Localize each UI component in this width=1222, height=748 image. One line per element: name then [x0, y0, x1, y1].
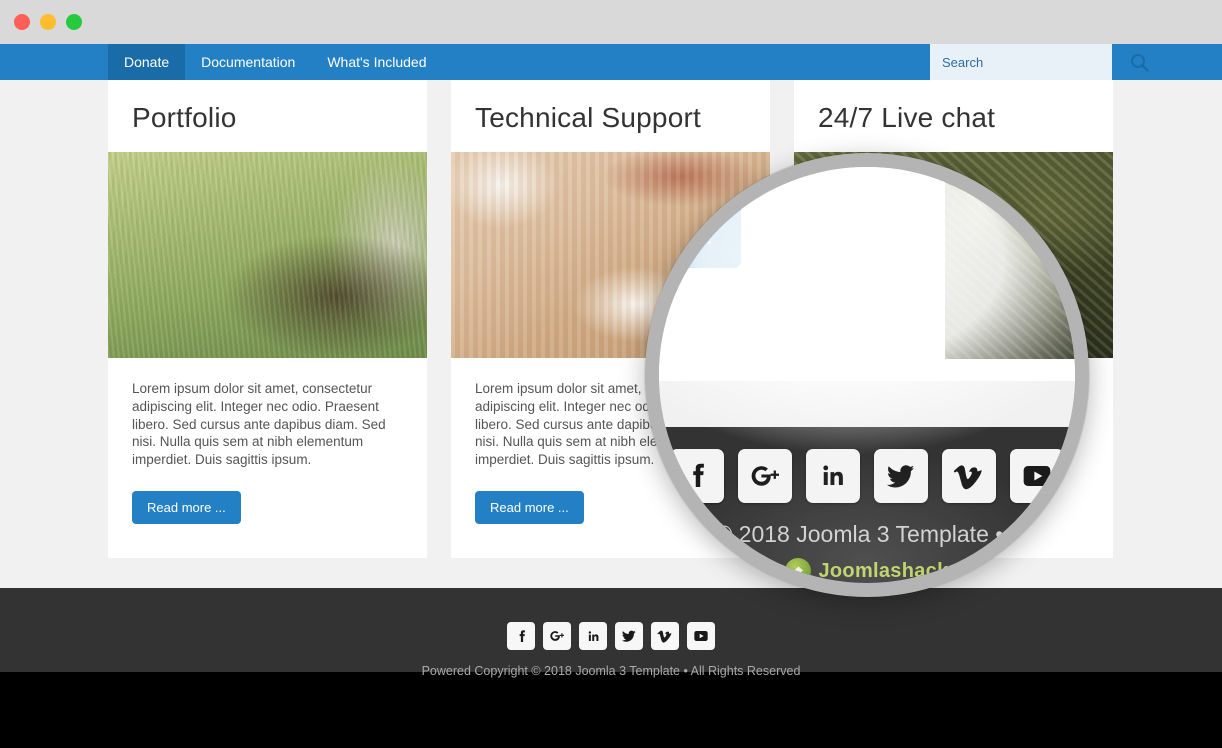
- magnified-social-row: [659, 427, 1075, 503]
- read-more-button[interactable]: Read more ...: [132, 491, 241, 525]
- joomlashack-logo[interactable]: Joomlashack: [659, 548, 1075, 583]
- nav-item-label: Donate: [124, 54, 170, 70]
- social-links-row: [0, 588, 1222, 650]
- google-plus-icon: [751, 466, 779, 486]
- facebook-icon: [693, 463, 704, 487]
- magnified-read-more-button[interactable]: more ...: [659, 203, 742, 268]
- joomlashack-wordmark: Joomlashack: [818, 559, 949, 582]
- youtube-icon: [1023, 466, 1051, 486]
- screenshot-root: Donate Documentation What's Included Por…: [0, 0, 1222, 748]
- search-icon: [1131, 53, 1149, 72]
- facebook-icon-button[interactable]: [670, 449, 724, 503]
- linkedin-icon-button[interactable]: [806, 449, 860, 503]
- browser-title-bar: [0, 0, 1222, 44]
- nav-item-documentation[interactable]: Documentation: [185, 44, 311, 80]
- footer-copyright: Powered Copyright © 2018 Joomla 3 Templa…: [421, 664, 801, 678]
- card-title: 24/7 Live chat: [818, 102, 996, 133]
- card-image-portfolio: [108, 152, 427, 358]
- card-title: Portfolio: [132, 102, 237, 133]
- nav-item-label: Documentation: [201, 54, 296, 70]
- magnified-card-image: [945, 167, 1075, 359]
- card-title: Technical Support: [475, 102, 701, 133]
- magnifier-lens: more ...: [645, 153, 1089, 597]
- vimeo-icon: [953, 465, 982, 490]
- vimeo-icon: [657, 630, 672, 643]
- nav-item-label: What's Included: [327, 54, 427, 70]
- facebook-icon-button[interactable]: [507, 622, 535, 650]
- google-plus-icon-button[interactable]: [543, 622, 571, 650]
- youtube-icon-button[interactable]: [1010, 449, 1064, 503]
- site-footer: Powered Copyright © 2018 Joomla 3 Templa…: [0, 588, 1222, 678]
- search-input[interactable]: [930, 54, 1130, 70]
- vimeo-icon-button[interactable]: [942, 449, 996, 503]
- twitter-icon: [621, 630, 636, 642]
- youtube-icon: [694, 631, 708, 641]
- twitter-icon-button[interactable]: [874, 449, 928, 503]
- linkedin-icon: [588, 630, 598, 641]
- search-box[interactable]: [930, 44, 1149, 80]
- joomlashack-mark-icon: [785, 558, 812, 583]
- feature-card-portfolio: Portfolio Lorem ipsum dolor sit amet, co…: [108, 80, 427, 558]
- facebook-icon: [519, 629, 525, 642]
- search-submit-button[interactable]: [1130, 44, 1149, 80]
- close-window-button[interactable]: [14, 14, 30, 30]
- twitter-icon-button[interactable]: [615, 622, 643, 650]
- linkedin-icon: [823, 465, 843, 485]
- read-more-button[interactable]: Read more ...: [475, 491, 584, 525]
- window-controls: [14, 14, 82, 30]
- magnified-card-area: more ...: [659, 167, 1075, 381]
- youtube-icon-button[interactable]: [687, 622, 715, 650]
- shack-house-icon: [793, 566, 804, 575]
- maximize-window-button[interactable]: [66, 14, 82, 30]
- nav-item-list: Donate Documentation What's Included: [108, 44, 443, 80]
- google-plus-icon: [550, 631, 564, 641]
- linkedin-icon-button[interactable]: [579, 622, 607, 650]
- magnified-footer: ght © 2018 Joomla 3 Template • All R Joo…: [659, 427, 1075, 583]
- nav-item-donate[interactable]: Donate: [108, 44, 186, 80]
- nav-item-whats-included[interactable]: What's Included: [311, 44, 442, 80]
- card-body-text: Lorem ipsum dolor sit amet, consectetur …: [132, 381, 386, 468]
- twitter-icon: [886, 465, 915, 488]
- minimize-window-button[interactable]: [40, 14, 56, 30]
- magnified-content: more ...: [659, 167, 1075, 583]
- magnified-copyright: ght © 2018 Joomla 3 Template • All R: [676, 521, 1057, 547]
- vimeo-icon-button[interactable]: [651, 622, 679, 650]
- google-plus-icon-button[interactable]: [738, 449, 792, 503]
- magnified-page-gap: [659, 381, 1075, 427]
